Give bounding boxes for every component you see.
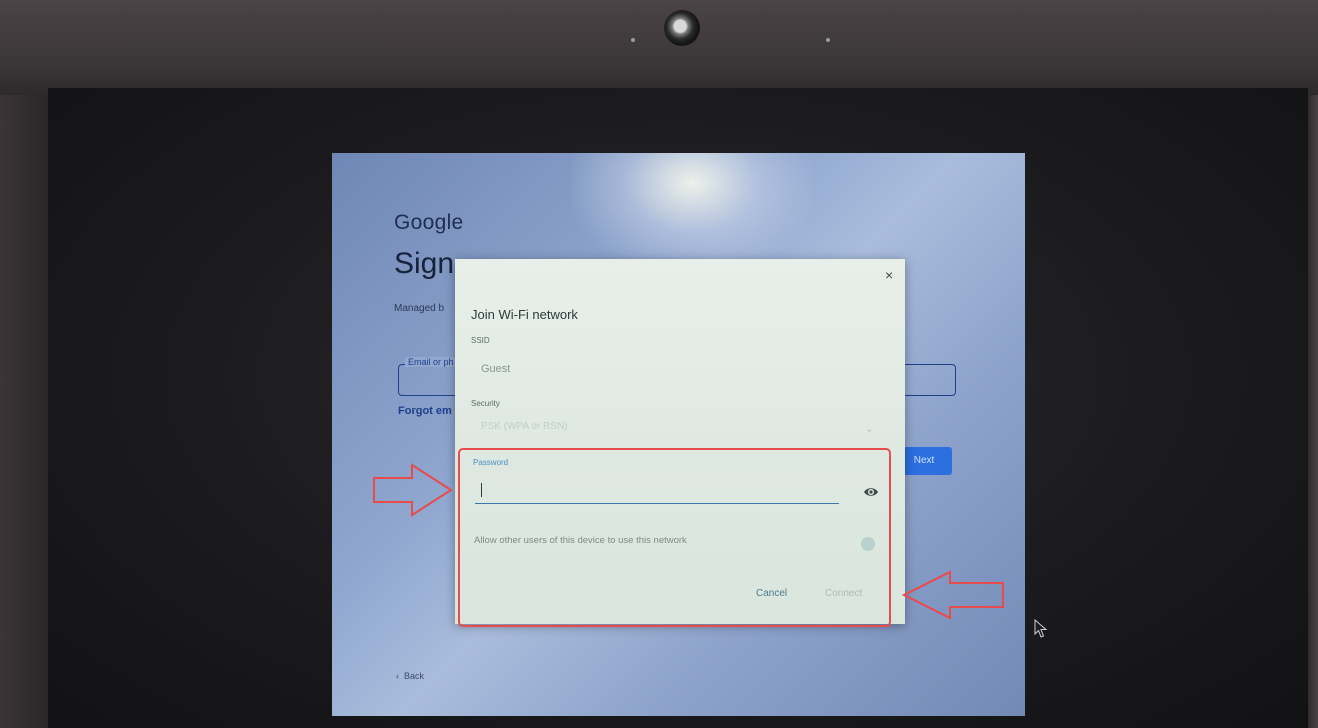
chevron-left-icon: ‹	[396, 671, 399, 681]
security-label: Security	[471, 399, 500, 408]
close-icon[interactable]: ×	[885, 267, 893, 283]
page-title: Sign	[394, 247, 455, 280]
annotation-arrow-right-icon	[373, 463, 453, 517]
sensor-dot	[631, 38, 635, 42]
ssid-value: Guest	[481, 363, 511, 375]
laptop-bezel-left	[0, 95, 48, 728]
sensor-dot	[826, 38, 830, 42]
laptop-bezel-top	[0, 0, 1318, 95]
back-label: Back	[404, 671, 425, 681]
managed-by-text: Managed b	[394, 303, 445, 314]
forgot-email-link[interactable]: Forgot em	[398, 405, 452, 417]
security-select[interactable]: PSK (WPA or RSN)	[481, 421, 568, 432]
ssid-label: SSID	[471, 336, 490, 345]
back-link[interactable]: ‹ Back	[396, 671, 424, 681]
mouse-pointer-icon	[1034, 619, 1048, 638]
screen-glare	[572, 153, 812, 273]
annotation-arrow-left-icon	[902, 570, 1004, 620]
email-field-label: Email or ph	[405, 357, 457, 367]
annotation-highlight-box	[458, 448, 891, 627]
webcam-icon	[664, 10, 700, 46]
google-logo: Google	[394, 211, 464, 234]
chevron-down-icon: ⌄	[865, 424, 874, 435]
dialog-title: Join Wi-Fi network	[471, 307, 578, 322]
